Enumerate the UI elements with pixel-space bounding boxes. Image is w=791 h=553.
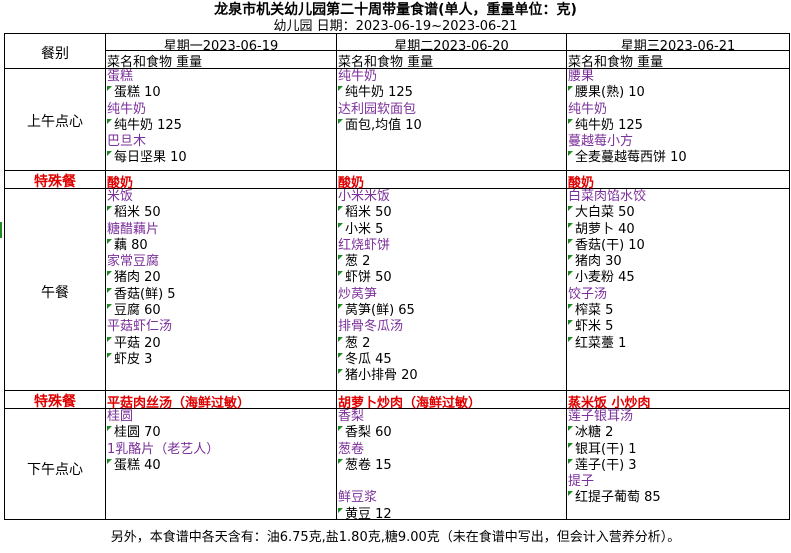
dish-name: 提子 — [568, 474, 595, 490]
dish-name: 蛋糕 — [107, 69, 134, 84]
ingredient-line: 葱 2 — [338, 336, 565, 352]
column-subheader: 菜名和食物 重量 — [568, 55, 664, 70]
grid-line — [105, 33, 106, 519]
ingredient-line: 稻米 50 — [338, 205, 565, 221]
ingredient-line: 黄豆 12 — [338, 507, 565, 519]
dish-name: 家常豆腐 — [107, 254, 160, 270]
ingredient-line: 大白菜 50 — [568, 205, 788, 221]
ingredient-line: 稻米 50 — [107, 205, 335, 221]
grid-line — [566, 33, 567, 519]
row-label-special: 特殊餐 — [34, 174, 76, 190]
row-label-lunch: 午餐 — [41, 285, 69, 301]
dish-name: 达利园软面包 — [338, 101, 417, 117]
dish-name: 纯牛奶 — [107, 101, 147, 117]
page-subtitle: 幼儿园 日期：2023-06-19~2023-06-21 — [273, 19, 518, 34]
ingredient-line: 银耳(干) 1 — [568, 442, 788, 458]
menu-cell: 香梨 香梨 60 葱卷 葱卷 15 鲜豆浆 黄豆 12 — [338, 409, 565, 519]
ingredient-line: 香梨 60 — [338, 425, 565, 441]
ingredient-line: 小米 5 — [338, 222, 565, 238]
grid-line — [4, 33, 790, 34]
ingredient-line: 莴笋(鲜) 65 — [338, 303, 565, 319]
page-title: 龙泉市机关幼儿园第二十周带量食谱(单人，重量单位：克) — [214, 2, 577, 18]
menu-sheet: 龙泉市机关幼儿园第二十周带量食谱(单人，重量单位：克) 幼儿园 日期：2023-… — [0, 0, 791, 553]
footer-note: 另外，本食谱中各天含有：油6.75克,盐1.80克,糖9.00克（未在食谱中写出… — [110, 530, 681, 545]
ingredient-line: 猪肉 30 — [568, 254, 788, 270]
dish-name: 炒莴笋 — [338, 286, 378, 302]
dish-name: 饺子汤 — [568, 286, 608, 302]
grid-line — [4, 33, 5, 519]
ingredient-line: 纯牛奶 125 — [338, 85, 565, 101]
meal-column-header: 餐别 — [41, 46, 69, 62]
dish-name: 鲜豆浆 — [338, 490, 378, 506]
row-label-special: 特殊餐 — [34, 394, 76, 410]
dish-name: 莲子银耳汤 — [568, 409, 634, 424]
ingredient-line: 虾饼 50 — [338, 270, 565, 286]
ingredient-line: 小麦粉 45 — [568, 270, 788, 286]
column-subheader: 菜名和食物 重量 — [107, 55, 203, 70]
ingredient-line: 猪小排骨 20 — [338, 368, 565, 384]
ingredient-line: 纯牛奶 125 — [107, 118, 335, 134]
ingredient-line: 虾皮 3 — [107, 352, 335, 368]
ingredient-line: 面包,均值 10 — [338, 118, 565, 134]
dish-name: 香梨 — [338, 409, 365, 424]
dish-name: 腰果 — [568, 69, 595, 84]
ingredient-line: 豆腐 60 — [107, 303, 335, 319]
ingredient-line: 平菇 20 — [107, 336, 335, 352]
ingredient-line: 冰糖 2 — [568, 425, 788, 441]
menu-cell: 蛋糕 蛋糕 10 纯牛奶 纯牛奶 125 巴旦木 每日坚果 10 — [107, 69, 335, 170]
menu-cell: 米饭 稻米 50 糖醋藕片藕 80 家常豆腐 猪肉 20 香菇(鲜) 5 豆腐 60 平菇虾仁… — [107, 189, 335, 390]
menu-cell: 莲子银耳汤 冰糖 2 银耳(干) 1 莲子(干) 3 提子 红提子葡萄 85 — [568, 409, 788, 519]
ingredient-line: 香菇(鲜) 5 — [107, 287, 335, 303]
grid-line — [4, 519, 790, 520]
dish-name: 桂圆 — [107, 409, 134, 424]
ingredient-line: 虾米 5 — [568, 319, 788, 335]
dish-name: 糖醋藕片 — [107, 221, 160, 237]
ingredient-line: 红菜薹 1 — [568, 336, 788, 352]
menu-cell: 纯牛奶 纯牛奶 125 达利园软面包 面包,均值 10 — [338, 69, 565, 170]
ingredient-line: 猪肉 20 — [107, 270, 335, 286]
ingredient-line: 藕 80 — [107, 238, 335, 254]
dish-name: 排骨冬瓜汤 — [338, 319, 404, 335]
dish-name: 平菇虾仁汤 — [107, 319, 173, 335]
dish-name: 纯牛奶 — [568, 101, 608, 117]
dish-name: 巴旦木 — [107, 134, 147, 150]
dish-name: 小米米饭 — [338, 189, 391, 204]
dish-name: 红烧虾饼 — [338, 237, 391, 253]
ingredient-line: 红提子葡萄 85 — [568, 490, 788, 506]
dish-name: 1乳酪片（老艺人） — [107, 441, 220, 457]
ingredient-line: 榨菜 5 — [568, 303, 788, 319]
grid-line — [789, 33, 790, 519]
ingredient-line: 莲子(干) 3 — [568, 458, 788, 474]
grid-line — [4, 170, 790, 171]
ingredient-line: 香菇(干) 10 — [568, 238, 788, 254]
dish-name: 白菜肉馅水饺 — [568, 189, 647, 204]
ingredient-line: 全麦蔓越莓西饼 10 — [568, 150, 788, 166]
dish-name: 纯牛奶 — [338, 69, 378, 84]
ingredient-line: 腰果(熟) 10 — [568, 85, 788, 101]
grid-line — [4, 390, 790, 391]
ingredient-line: 葱 2 — [338, 254, 565, 270]
ingredient-line: 胡萝卜 40 — [568, 222, 788, 238]
ingredient-line: 每日坚果 10 — [107, 150, 335, 166]
ingredient-line: 蛋糕 10 — [107, 85, 335, 101]
menu-cell: 桂圆 桂圆 70 1乳酪片（老艺人） 蛋糕 40 — [107, 409, 335, 519]
ingredient-line: 纯牛奶 125 — [568, 118, 788, 134]
grid-line — [336, 33, 337, 519]
row-label-afternoon-snack: 下午点心 — [27, 462, 83, 478]
ingredient-line: 桂圆 70 — [107, 425, 335, 441]
row-label-morning-snack: 上午点心 — [27, 114, 83, 130]
ingredient-line: 冬瓜 45 — [338, 352, 565, 368]
column-subheader: 菜名和食物 重量 — [338, 55, 434, 70]
menu-cell: 白菜肉馅水饺 大白菜 50 胡萝卜 40 香菇(干) 10 猪肉 30 小麦粉 45 饺子汤… — [568, 189, 788, 390]
ingredient-line: 葱卷 15 — [338, 458, 565, 474]
dish-name: 米饭 — [107, 189, 134, 204]
menu-cell: 小米米饭 稻米 50 小米 5 红烧虾饼葱 2 虾饼 50 炒莴笋 莴笋(鲜) 65 排骨冬瓜… — [338, 189, 565, 390]
dish-name: 葱卷 — [338, 441, 365, 457]
ingredient-line: 蛋糕 40 — [107, 458, 335, 474]
dish-name: 蔓越莓小方 — [568, 134, 634, 150]
menu-cell: 腰果 腰果(熟) 10 纯牛奶 纯牛奶 125 蔓越莓小方 全麦蔓越莓西饼 10 — [568, 69, 788, 170]
row-edge-marker — [0, 222, 2, 238]
